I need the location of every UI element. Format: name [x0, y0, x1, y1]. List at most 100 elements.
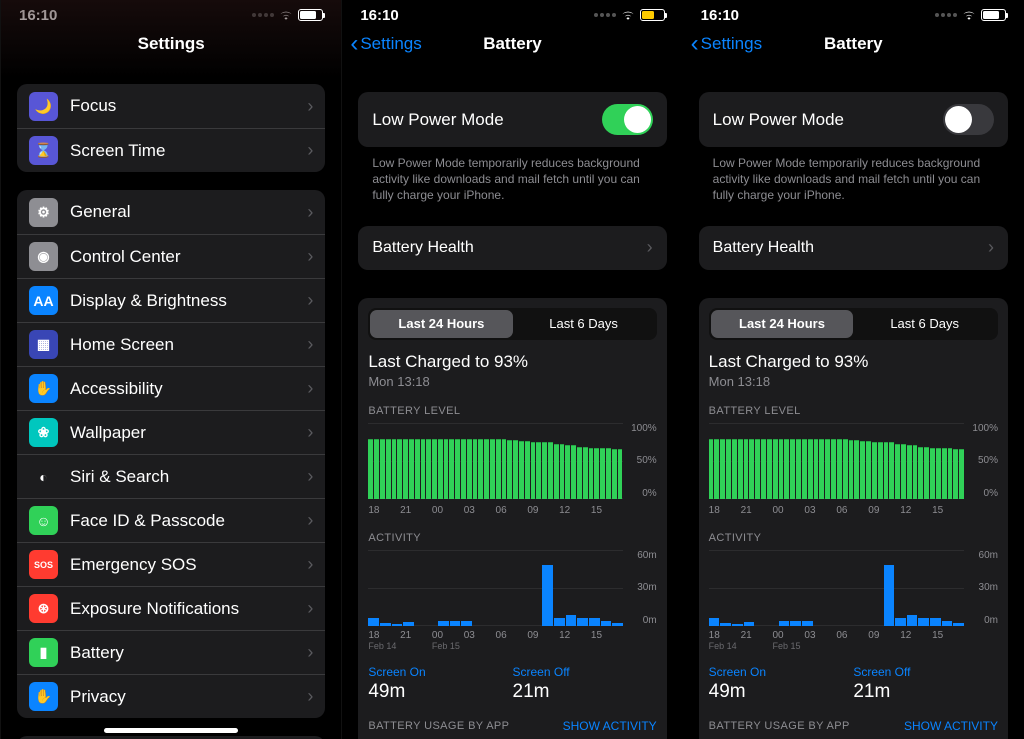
row-label: Privacy — [70, 687, 307, 707]
settings-row-exposure-notifications[interactable]: ⊛ Exposure Notifications › — [17, 586, 325, 630]
wifi-icon — [278, 9, 294, 21]
row-label: Control Center — [70, 247, 307, 267]
settings-row-control-center[interactable]: ◉ Control Center › — [17, 234, 325, 278]
chevron-right-icon: › — [307, 96, 313, 117]
row-label: Emergency SOS — [70, 555, 307, 575]
time-range-segment[interactable]: Last 24 HoursLast 6 Days — [709, 308, 998, 340]
app-icon: ▦ — [29, 330, 58, 359]
seg-opt-0[interactable]: Last 24 Hours — [711, 310, 854, 338]
last-charged-time: Mon 13:18 — [709, 374, 998, 389]
status-time: 16:10 — [701, 7, 739, 24]
settings-row-home-screen[interactable]: ▦ Home Screen › — [17, 322, 325, 366]
nav-back[interactable]: ‹ Settings — [691, 32, 762, 56]
time-range-segment[interactable]: Last 24 HoursLast 6 Days — [368, 308, 656, 340]
wifi-icon — [961, 9, 977, 21]
row-label: Accessibility — [70, 379, 307, 399]
chevron-right-icon: › — [307, 422, 313, 443]
settings-row-wallpaper[interactable]: ❀ Wallpaper › — [17, 410, 325, 454]
activity-chart — [368, 550, 622, 626]
app-icon: 🌙 — [29, 92, 58, 121]
row-label: Battery — [70, 643, 307, 663]
battery-body[interactable]: Low Power Mode Low Power Mode temporaril… — [342, 92, 682, 739]
row-label: General — [70, 202, 307, 222]
pane-settings: 16:10 Settings 🌙 Focus ›⌛ Screen Time ›⚙… — [0, 0, 341, 739]
battery-icon — [981, 9, 1006, 21]
lpm-label: Low Power Mode — [372, 110, 503, 130]
nav-bar: ‹ Settings Battery — [342, 22, 682, 66]
activity-heading: ACTIVITY — [709, 532, 998, 544]
page-title: Settings — [138, 34, 205, 54]
settings-list[interactable]: 🌙 Focus ›⌛ Screen Time ›⚙ General ›◉ Con… — [1, 84, 341, 739]
bh-label: Battery Health — [713, 239, 814, 257]
home-indicator[interactable] — [104, 728, 238, 733]
battery-health-row[interactable]: Battery Health › — [699, 226, 1008, 270]
app-icon: ▮ — [29, 638, 58, 667]
settings-row-focus[interactable]: 🌙 Focus › — [17, 84, 325, 128]
app-icon: ✋ — [29, 682, 58, 711]
last-charged: Last Charged to 93% — [368, 352, 656, 372]
status-bar: 16:10 — [683, 0, 1024, 22]
row-label: Screen Time — [70, 141, 307, 161]
app-icon: ◉ — [29, 242, 58, 271]
settings-row-privacy[interactable]: ✋ Privacy › — [17, 674, 325, 718]
battery-icon — [298, 9, 323, 21]
show-activity-link[interactable]: SHOW ACTIVITY — [904, 719, 998, 733]
page-title: Battery — [483, 34, 542, 54]
battery-body[interactable]: Low Power Mode Low Power Mode temporaril… — [683, 92, 1024, 739]
app-icon: ⊛ — [29, 594, 58, 623]
chevron-right-icon: › — [307, 554, 313, 575]
settings-row-general[interactable]: ⚙ General › — [17, 190, 325, 234]
lpm-switch[interactable] — [602, 104, 653, 135]
settings-row-emergency-sos[interactable]: SOS Emergency SOS › — [17, 542, 325, 586]
seg-opt-1[interactable]: Last 6 Days — [853, 310, 996, 338]
last-charged: Last Charged to 93% — [709, 352, 998, 372]
app-icon: ⌛ — [29, 136, 58, 165]
battery-level-heading: BATTERY LEVEL — [709, 405, 998, 417]
usage-heading: BATTERY USAGE BY APP — [368, 720, 509, 732]
row-label: Wallpaper — [70, 423, 307, 443]
lpm-description: Low Power Mode temporarily reduces backg… — [358, 147, 666, 204]
row-label: Siri & Search — [70, 467, 307, 487]
bh-label: Battery Health — [372, 239, 473, 257]
page-title: Battery — [824, 34, 883, 54]
seg-opt-1[interactable]: Last 6 Days — [513, 310, 655, 338]
settings-row-siri-search[interactable]: ◐ Siri & Search › — [17, 454, 325, 498]
settings-row-display-brightness[interactable]: AA Display & Brightness › — [17, 278, 325, 322]
status-time: 16:10 — [360, 7, 398, 24]
chevron-right-icon: › — [307, 466, 313, 487]
status-bar: 16:10 — [342, 0, 682, 22]
app-icon: ✋ — [29, 374, 58, 403]
settings-row-battery[interactable]: ▮ Battery › — [17, 630, 325, 674]
activity-chart — [709, 550, 964, 626]
app-icon: SOS — [29, 550, 58, 579]
settings-row-face-id-passcode[interactable]: ☺ Face ID & Passcode › — [17, 498, 325, 542]
chevron-right-icon: › — [307, 246, 313, 267]
row-label: Focus — [70, 96, 307, 116]
chevron-left-icon: ‹ — [350, 32, 358, 56]
app-icon: ◐ — [29, 462, 58, 491]
seg-opt-0[interactable]: Last 24 Hours — [370, 310, 512, 338]
chevron-right-icon: › — [307, 202, 313, 223]
pane-battery-lpm-on: 16:10 ‹ Settings Battery Low Power Mode … — [341, 0, 682, 739]
nav-back[interactable]: ‹ Settings — [350, 32, 421, 56]
row-label: Display & Brightness — [70, 291, 307, 311]
pane-battery-lpm-off: 16:10 ‹ Settings Battery Low Power Mode … — [683, 0, 1024, 739]
show-activity-link[interactable]: SHOW ACTIVITY — [563, 719, 657, 733]
cell-signal-icon — [935, 13, 957, 17]
cell-signal-icon — [594, 13, 616, 17]
battery-health-row[interactable]: Battery Health› — [358, 226, 666, 270]
lpm-switch[interactable] — [943, 104, 994, 135]
app-icon: ❀ — [29, 418, 58, 447]
chevron-right-icon: › — [307, 686, 313, 707]
wifi-icon — [620, 9, 636, 21]
chevron-right-icon: › — [307, 378, 313, 399]
battery-level-heading: BATTERY LEVEL — [368, 405, 656, 417]
settings-row-accessibility[interactable]: ✋ Accessibility › — [17, 366, 325, 410]
app-icon: ☺ — [29, 506, 58, 535]
settings-row-screen-time[interactable]: ⌛ Screen Time › — [17, 128, 325, 172]
app-icon: ⚙ — [29, 198, 58, 227]
chevron-right-icon: › — [988, 237, 994, 258]
lpm-label: Low Power Mode — [713, 110, 844, 130]
row-label: Home Screen — [70, 335, 307, 355]
chevron-right-icon: › — [307, 290, 313, 311]
